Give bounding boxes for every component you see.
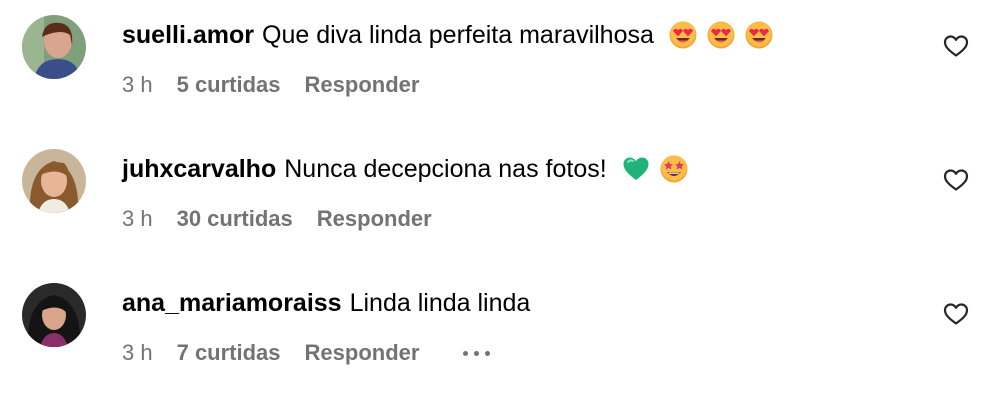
heart-icon[interactable] bbox=[943, 168, 969, 192]
heart-eyes-emoji bbox=[668, 20, 698, 50]
dot bbox=[485, 350, 491, 356]
green-heart-emoji bbox=[621, 154, 651, 184]
heart-eyes-emoji bbox=[744, 20, 774, 50]
likes-count[interactable]: 7 curtidas bbox=[177, 338, 281, 368]
emoji-group bbox=[668, 20, 774, 50]
reply-button[interactable]: Responder bbox=[317, 204, 432, 234]
likes-count[interactable]: 30 curtidas bbox=[177, 204, 293, 234]
heart-icon[interactable] bbox=[943, 34, 969, 58]
heart-eyes-emoji bbox=[706, 20, 736, 50]
comments-list: suelli.amor Que diva linda perfeita mara… bbox=[0, 0, 984, 397]
reply-button[interactable]: Responder bbox=[305, 70, 420, 100]
comment-text-line: juhxcarvalho Nunca decepciona nas fotos! bbox=[122, 152, 689, 186]
dot bbox=[474, 350, 480, 356]
star-struck-emoji bbox=[659, 154, 689, 184]
username[interactable]: ana_mariamoraiss bbox=[122, 286, 342, 320]
avatar[interactable] bbox=[22, 283, 86, 347]
username[interactable]: juhxcarvalho bbox=[122, 152, 276, 186]
timestamp: 3 h bbox=[122, 340, 153, 365]
timestamp: 3 h bbox=[122, 72, 153, 97]
emoji-group bbox=[621, 154, 689, 184]
reply-button[interactable]: Responder bbox=[305, 338, 420, 368]
comment-body: Linda linda linda bbox=[349, 289, 531, 317]
heart-icon[interactable] bbox=[943, 302, 969, 326]
avatar[interactable] bbox=[22, 149, 86, 213]
comment-meta: 3 h 5 curtidas Responder bbox=[122, 70, 419, 100]
comment-item: ana_mariamoraiss Linda linda linda 3 h 7… bbox=[0, 268, 984, 378]
comment-text-line: suelli.amor Que diva linda perfeita mara… bbox=[122, 18, 774, 52]
comment-body: Nunca decepciona nas fotos! bbox=[284, 155, 607, 183]
comment-text-line: ana_mariamoraiss Linda linda linda bbox=[122, 286, 530, 320]
username[interactable]: suelli.amor bbox=[122, 18, 254, 52]
likes-count[interactable]: 5 curtidas bbox=[177, 70, 281, 100]
dot bbox=[463, 350, 469, 356]
comment-meta: 3 h 30 curtidas Responder bbox=[122, 204, 432, 234]
comment-item: suelli.amor Que diva linda perfeita mara… bbox=[0, 0, 984, 110]
timestamp: 3 h bbox=[122, 206, 153, 231]
comment-meta: 3 h 7 curtidas Responder bbox=[122, 338, 491, 368]
comment-body: Que diva linda perfeita maravilhosa bbox=[262, 21, 654, 49]
avatar[interactable] bbox=[22, 15, 86, 79]
more-options-icon[interactable] bbox=[463, 338, 491, 368]
comment-item: juhxcarvalho Nunca decepciona nas fotos! bbox=[0, 134, 984, 244]
